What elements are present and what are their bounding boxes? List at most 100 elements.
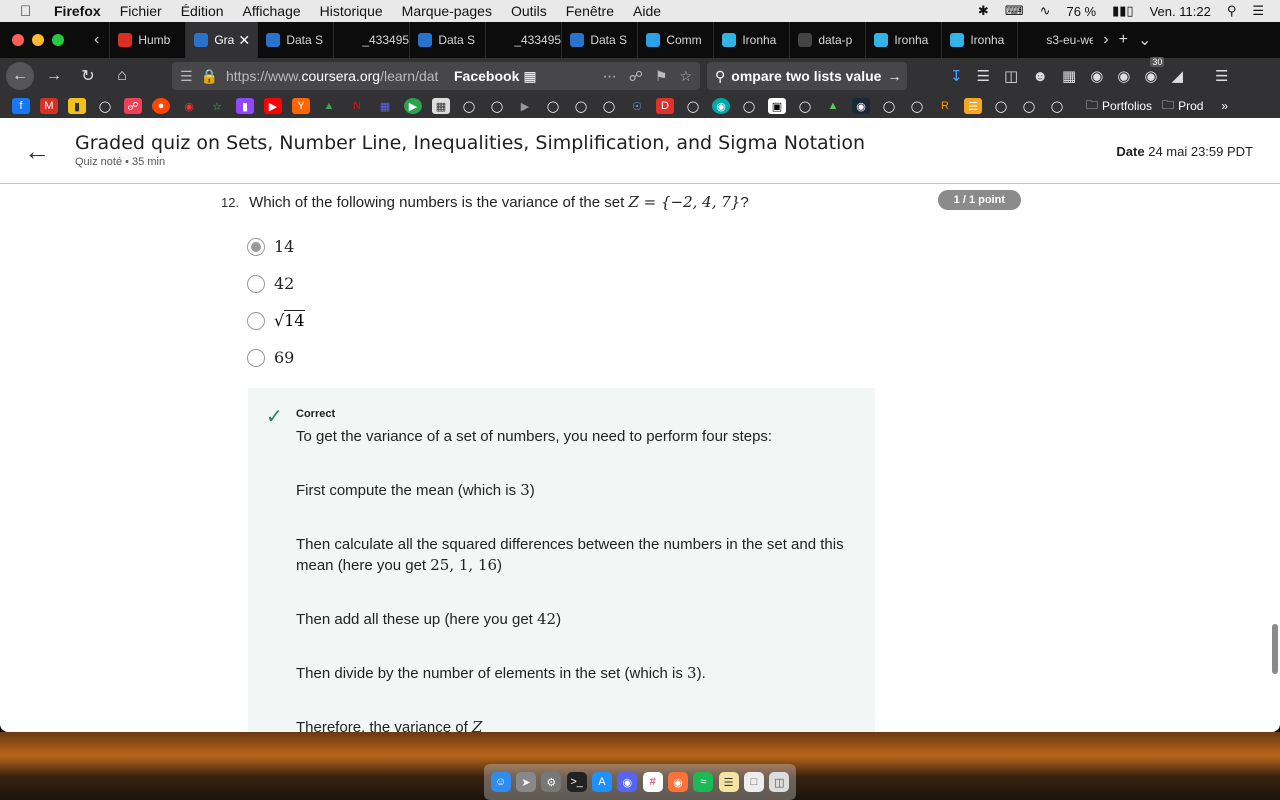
menu-fenetre[interactable]: Fenêtre	[566, 3, 614, 19]
menu-marque-pages[interactable]: Marque-pages	[402, 3, 492, 19]
tab-scroll-left-icon[interactable]: ‹	[94, 31, 99, 49]
terminal-icon[interactable]: >_	[566, 772, 587, 792]
teal-bookmark-icon[interactable]: ◉	[712, 98, 730, 114]
lock-icon[interactable]: 🔒	[201, 68, 218, 85]
extension-icon[interactable]: ◉	[1090, 67, 1103, 85]
twitch-bookmark-icon[interactable]: ▮	[236, 98, 254, 114]
globe-bookmark-icon-14[interactable]: ◯	[1048, 98, 1066, 114]
tab-list-chevron-down-icon[interactable]: ⌄	[1138, 30, 1151, 50]
bookmark-star-icon[interactable]: ☆	[679, 68, 692, 85]
sidebar-icon[interactable]: ◫	[1004, 67, 1018, 85]
home-icon[interactable]: ⌂	[108, 62, 136, 90]
ublock-icon[interactable]: ◉ 30	[1144, 57, 1165, 85]
purple-bookmark-icon[interactable]: ▦	[376, 98, 394, 114]
wifi-icon[interactable]: ∿	[1040, 3, 1051, 19]
launchpad-icon[interactable]: ➤	[515, 772, 536, 792]
minimize-window-button[interactable]	[32, 34, 44, 46]
menu-app-name[interactable]: Firefox	[54, 3, 101, 19]
radio[interactable]	[247, 348, 265, 367]
notes-icon[interactable]: ☰	[718, 772, 739, 792]
finder-icon[interactable]: ☺	[490, 772, 511, 792]
browser-tab[interactable]: _4334954	[333, 22, 409, 58]
back-icon[interactable]: ←	[6, 62, 34, 90]
globe-bookmark-icon-13[interactable]: ◯	[1020, 98, 1038, 114]
option-14[interactable]: 14	[247, 228, 305, 265]
browser-tab[interactable]: Ironha	[713, 22, 789, 58]
option-sqrt-14[interactable]: √14	[247, 302, 305, 339]
page-actions-icon[interactable]: ⋯	[603, 68, 617, 85]
radio[interactable]	[247, 311, 265, 330]
radio[interactable]	[247, 274, 265, 293]
r-bookmark-icon[interactable]: R	[936, 98, 954, 114]
shield-icon[interactable]: ☰	[180, 68, 193, 85]
extension-owl-icon[interactable]: ◉	[1117, 67, 1130, 85]
green-bookmark-icon[interactable]: ▲	[824, 98, 842, 114]
url-bar[interactable]: ☰ 🔒 https://www.coursera.org/learn/dat F…	[172, 62, 700, 90]
bracket-bookmark-icon[interactable]: ▣	[768, 98, 786, 114]
facebook-container-icon[interactable]: ▦	[523, 68, 536, 85]
red-circle-bookmark-icon[interactable]: ◉	[180, 98, 198, 114]
zoom-window-button[interactable]	[52, 34, 64, 46]
facebook-container-label[interactable]: Facebook	[454, 68, 519, 84]
browser-tab[interactable]: data-p	[789, 22, 865, 58]
globe-bookmark-icon-9[interactable]: ◯	[796, 98, 814, 114]
url-text[interactable]: https://www.coursera.org/learn/dat	[226, 68, 446, 84]
bookmarks-overflow-icon[interactable]: »	[1221, 99, 1228, 113]
menu-fichier[interactable]: Fichier	[120, 3, 162, 19]
stack-bookmark-icon[interactable]: ☰	[964, 98, 982, 114]
scrollbar-thumb[interactable]	[1272, 624, 1278, 674]
radio-selected[interactable]	[247, 237, 265, 256]
forward-icon[interactable]: →	[40, 62, 68, 90]
keep-bookmark-icon[interactable]: ▮	[68, 98, 86, 114]
browser-tab[interactable]: _4334954	[485, 22, 561, 58]
browser-tab[interactable]: Comm	[637, 22, 713, 58]
control-center-icon[interactable]: ☰	[1252, 3, 1264, 19]
globe-bookmark-icon-7[interactable]: ◯	[684, 98, 702, 114]
app-store-icon[interactable]: A	[591, 772, 612, 792]
globe-bookmark-icon-4[interactable]: ◯	[544, 98, 562, 114]
clock[interactable]: Ven. 11:22	[1150, 4, 1211, 19]
pocket-icon[interactable]: ☍	[629, 68, 643, 85]
facebook-bookmark-icon[interactable]: f	[12, 98, 30, 114]
keyboard-icon[interactable]: ⌨	[1005, 3, 1024, 19]
menu-edition[interactable]: Édition	[181, 3, 224, 19]
network-bookmark-icon[interactable]: ☉	[628, 98, 646, 114]
extension-grid-icon[interactable]: ▦	[1062, 67, 1076, 85]
menu-aide[interactable]: Aide	[633, 3, 661, 19]
download-icon[interactable]: ↧	[950, 67, 963, 85]
bluetooth-icon[interactable]: ✱	[978, 3, 989, 19]
menu-affichage[interactable]: Affichage	[243, 3, 301, 19]
search-go-icon[interactable]: →	[887, 68, 901, 84]
youtube-bookmark-icon[interactable]: ▶	[264, 98, 282, 114]
tab-scroll-right-icon[interactable]: ›	[1103, 31, 1108, 49]
globe-bookmark-icon-6[interactable]: ◯	[600, 98, 618, 114]
firefox-icon[interactable]: ◉	[667, 772, 688, 792]
hackernews-bookmark-icon[interactable]: Y	[292, 98, 310, 114]
hamburger-menu-icon[interactable]: ☰	[1215, 67, 1228, 85]
globe-bookmark-icon-5[interactable]: ◯	[572, 98, 590, 114]
slack-icon[interactable]: #	[642, 772, 663, 792]
browser-tab[interactable]: Data S	[257, 22, 333, 58]
browser-tab[interactable]: s3-eu-wes	[1017, 22, 1093, 58]
steam-bookmark-icon[interactable]: ◉	[852, 98, 870, 114]
browser-tab[interactable]: Data S	[409, 22, 485, 58]
globe-bookmark-icon-11[interactable]: ◯	[908, 98, 926, 114]
netflix-bookmark-icon[interactable]: N	[348, 98, 366, 114]
search-text[interactable]: ompare two lists value	[731, 68, 881, 84]
discord-icon[interactable]: ◉	[617, 772, 638, 792]
globe-bookmark-icon-12[interactable]: ◯	[992, 98, 1010, 114]
account-icon[interactable]: ☻	[1032, 68, 1048, 85]
globe-bookmark-icon-3[interactable]: ◯	[488, 98, 506, 114]
gmail-bookmark-icon[interactable]: M	[40, 98, 58, 114]
search-bar[interactable]: ⚲ ompare two lists value →	[707, 62, 907, 90]
reload-icon[interactable]: ↻	[74, 62, 102, 90]
browser-tab[interactable]: Ironha	[865, 22, 941, 58]
google-drive-bookmark-icon[interactable]: ▲	[320, 98, 338, 114]
settings-gear-icon[interactable]: ⚙	[541, 772, 562, 792]
globe-bookmark-icon[interactable]: ◯	[96, 98, 114, 114]
play-triangle-bookmark-icon[interactable]: ▶	[516, 98, 534, 114]
tag-icon[interactable]: ⚑	[655, 68, 668, 85]
close-window-button[interactable]	[12, 34, 24, 46]
globe-bookmark-icon-8[interactable]: ◯	[740, 98, 758, 114]
bookmark-folder-portfolios[interactable]: 🗀 Portfolios	[1086, 96, 1152, 117]
